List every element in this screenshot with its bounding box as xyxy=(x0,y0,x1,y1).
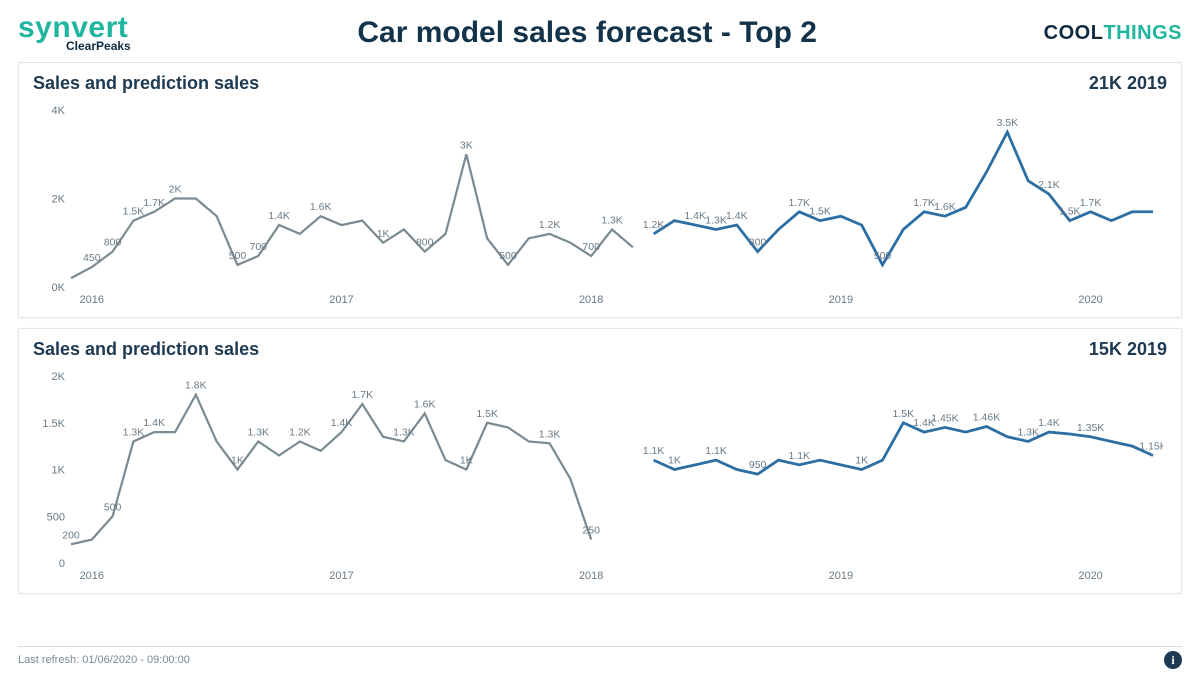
svg-text:800: 800 xyxy=(749,237,767,249)
svg-text:800: 800 xyxy=(416,237,434,249)
svg-text:250: 250 xyxy=(582,525,600,537)
svg-text:1.5K: 1.5K xyxy=(42,418,65,430)
svg-text:1.45K: 1.45K xyxy=(931,412,958,424)
svg-text:1.4K: 1.4K xyxy=(1038,417,1060,429)
svg-text:1.3K: 1.3K xyxy=(1017,426,1039,438)
svg-text:200: 200 xyxy=(62,529,80,541)
svg-text:1K: 1K xyxy=(460,455,473,467)
info-icon[interactable]: i xyxy=(1164,651,1182,669)
svg-text:1.5K: 1.5K xyxy=(809,206,831,218)
svg-text:1K: 1K xyxy=(231,455,244,467)
svg-text:2018: 2018 xyxy=(579,294,603,306)
svg-text:2K: 2K xyxy=(52,371,66,383)
svg-text:2016: 2016 xyxy=(80,570,104,582)
svg-text:2019: 2019 xyxy=(829,570,853,582)
panel-bottom: Sales and prediction sales 15K 2019 0 500… xyxy=(18,328,1182,594)
svg-text:1.3K: 1.3K xyxy=(539,428,561,440)
svg-text:2K: 2K xyxy=(169,184,182,196)
page-title: Car model sales forecast - Top 2 xyxy=(131,16,1044,50)
svg-text:2019: 2019 xyxy=(829,294,853,306)
svg-text:1.3K: 1.3K xyxy=(393,426,415,438)
brand-right: COOLTHINGS xyxy=(1044,22,1182,45)
brand-main: synvert xyxy=(18,14,131,41)
svg-text:2K: 2K xyxy=(52,194,66,206)
svg-text:0: 0 xyxy=(59,558,65,570)
svg-text:800: 800 xyxy=(104,237,122,249)
svg-text:2020: 2020 xyxy=(1078,294,1102,306)
svg-text:1.8K: 1.8K xyxy=(185,380,207,392)
svg-text:1.35K: 1.35K xyxy=(1077,422,1104,434)
panel1-title: Sales and prediction sales xyxy=(33,73,259,94)
svg-text:1.4K: 1.4K xyxy=(268,210,290,222)
svg-text:950: 950 xyxy=(749,459,767,471)
svg-text:2017: 2017 xyxy=(329,294,353,306)
svg-text:1K: 1K xyxy=(377,228,390,240)
svg-text:1.5K: 1.5K xyxy=(476,408,498,420)
svg-text:1.7K: 1.7K xyxy=(143,197,165,209)
svg-text:2017: 2017 xyxy=(329,570,353,582)
brand-right-a: COOL xyxy=(1044,22,1104,44)
svg-text:1K: 1K xyxy=(855,455,868,467)
svg-text:500: 500 xyxy=(229,250,247,262)
svg-text:2016: 2016 xyxy=(80,294,104,306)
svg-text:500: 500 xyxy=(499,250,517,262)
svg-text:1.5K: 1.5K xyxy=(893,408,915,420)
svg-text:1.1K: 1.1K xyxy=(705,445,727,457)
svg-text:1.46K: 1.46K xyxy=(973,411,1000,423)
svg-text:1.7K: 1.7K xyxy=(788,197,810,209)
brand-left: synvert ClearPeaks xyxy=(18,14,131,53)
svg-text:1.3K: 1.3K xyxy=(601,214,623,226)
svg-text:1.7K: 1.7K xyxy=(1080,197,1102,209)
panel2-title: Sales and prediction sales xyxy=(33,339,259,360)
svg-text:0K: 0K xyxy=(52,282,66,294)
svg-text:1.3K: 1.3K xyxy=(247,426,269,438)
svg-text:700: 700 xyxy=(250,241,268,253)
svg-text:1.3K: 1.3K xyxy=(123,426,145,438)
svg-text:1.6K: 1.6K xyxy=(934,201,956,213)
svg-text:450: 450 xyxy=(83,252,101,264)
last-refresh: Last refresh: 01/06/2020 - 09:00:00 xyxy=(18,654,190,666)
brand-sub: ClearPeaks xyxy=(66,39,131,53)
svg-text:1.4K: 1.4K xyxy=(331,417,353,429)
svg-text:500: 500 xyxy=(874,250,892,262)
svg-text:4K: 4K xyxy=(52,105,66,117)
svg-text:3.5K: 3.5K xyxy=(997,117,1019,129)
panel1-kpi: 21K 2019 xyxy=(1089,73,1167,94)
chart-top: 0K2K4K201620172018201920204508001.5K1.7K… xyxy=(33,94,1163,309)
svg-text:1.4K: 1.4K xyxy=(684,210,706,222)
svg-text:1.6K: 1.6K xyxy=(414,398,436,410)
panel2-kpi: 15K 2019 xyxy=(1089,339,1167,360)
svg-text:1.7K: 1.7K xyxy=(913,197,935,209)
svg-text:1K: 1K xyxy=(668,455,681,467)
svg-text:1.1K: 1.1K xyxy=(788,450,810,462)
svg-text:2018: 2018 xyxy=(579,570,603,582)
svg-text:1.4K: 1.4K xyxy=(726,210,748,222)
svg-text:2.1K: 2.1K xyxy=(1038,179,1060,191)
svg-text:1.4K: 1.4K xyxy=(143,417,165,429)
panel-top: Sales and prediction sales 21K 2019 0K 2K… xyxy=(18,62,1182,318)
chart-bottom: 0 500 1K 1.5K 2K 2016 2017 2018 2019 2020 200 500 1.… xyxy=(33,360,1163,585)
svg-text:1.5K: 1.5K xyxy=(123,206,145,218)
svg-text:700: 700 xyxy=(582,241,600,253)
brand-right-b: THINGS xyxy=(1103,22,1182,44)
svg-text:2020: 2020 xyxy=(1078,570,1102,582)
header: synvert ClearPeaks Car model sales forec… xyxy=(18,10,1182,56)
svg-text:1.1K: 1.1K xyxy=(643,445,665,457)
svg-text:1K: 1K xyxy=(52,465,66,477)
svg-text:1.2K: 1.2K xyxy=(643,219,665,231)
svg-text:500: 500 xyxy=(104,501,122,513)
svg-text:1.6K: 1.6K xyxy=(310,201,332,213)
svg-text:3K: 3K xyxy=(460,139,473,151)
svg-text:1.3K: 1.3K xyxy=(705,214,727,226)
svg-text:1.15K: 1.15K xyxy=(1139,440,1163,452)
svg-text:1.7K: 1.7K xyxy=(352,389,374,401)
svg-text:500: 500 xyxy=(47,511,65,523)
svg-text:1.2K: 1.2K xyxy=(289,426,311,438)
svg-text:1.5K: 1.5K xyxy=(1059,206,1081,218)
footer: Last refresh: 01/06/2020 - 09:00:00 i xyxy=(18,646,1182,669)
svg-text:1.2K: 1.2K xyxy=(539,219,561,231)
